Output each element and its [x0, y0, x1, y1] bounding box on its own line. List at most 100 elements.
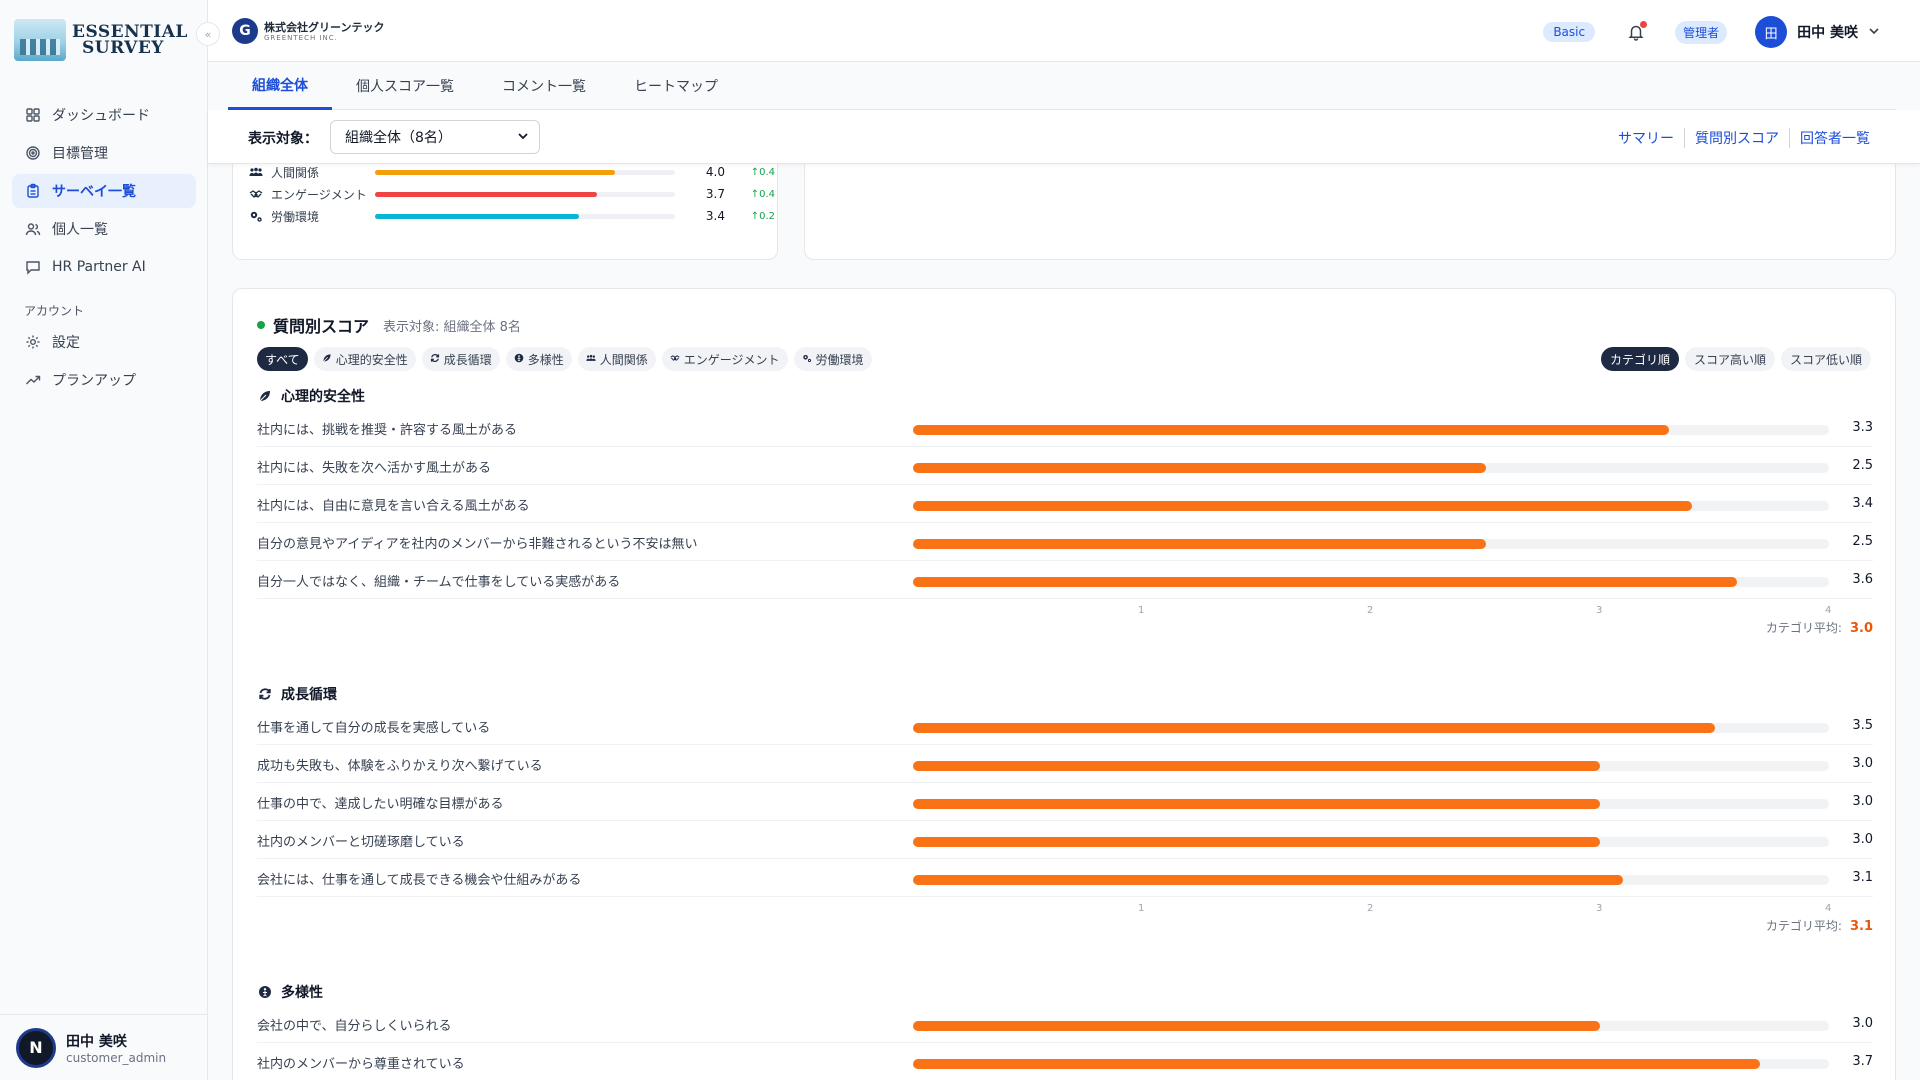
target-icon	[24, 144, 42, 162]
filter-chip[interactable]: 人間関係	[577, 347, 656, 371]
company-logo: G	[232, 18, 258, 44]
filter-chip[interactable]: 心理的安全性	[313, 347, 416, 371]
header-avatar[interactable]: 田	[1755, 16, 1788, 48]
filter-chip[interactable]: 多様性	[505, 347, 572, 371]
user-role: customer_admin	[66, 1050, 167, 1065]
question-text: 会社の中で、自分らしくいられる	[257, 1019, 452, 1034]
notifications-button[interactable]	[1625, 21, 1648, 43]
question-row: 会社には、仕事を通して成長できる機会や仕組みがある 3.1	[257, 859, 1873, 897]
sidebar-user[interactable]: N 田中 美咲 customer_admin	[0, 1014, 208, 1080]
question-text: 会社には、仕事を通して成長できる機会や仕組みがある	[257, 873, 582, 888]
logo-text: ESSENTIAL SURVEY	[72, 24, 188, 57]
category-name: エンゲージメント	[271, 187, 367, 202]
link-respondents[interactable]: 回答者一覧	[1789, 128, 1880, 148]
question-text: 自分一人ではなく、組織・チームで仕事をしている実感がある	[257, 575, 621, 590]
score-bar	[913, 501, 1692, 511]
question-text: 社内には、失敗を次へ活かす風土がある	[257, 461, 492, 476]
question-text: 仕事の中で、達成したい明確な目標がある	[257, 797, 504, 812]
axis-tick: 3	[1596, 605, 1603, 616]
grid-icon	[24, 106, 42, 124]
section-title-text: 質問別スコア	[273, 317, 370, 336]
leaf-icon	[257, 388, 273, 404]
question-row: 社内のメンバーから尊重されている 3.7	[257, 1043, 1873, 1080]
sort-option[interactable]: スコア高い順	[1684, 347, 1775, 371]
score-bar	[913, 875, 1623, 885]
target-select[interactable]: 組織全体（8名）	[330, 120, 540, 154]
refresh-icon	[257, 686, 273, 702]
category-delta: ↑0.2	[750, 210, 775, 222]
nav-label: サーベイ一覧	[52, 184, 136, 200]
chip-label: 人間関係	[599, 352, 648, 367]
category-score-track	[375, 213, 675, 219]
nav-item-plan-up[interactable]: プランアップ	[12, 363, 196, 397]
score-bar	[913, 761, 1600, 771]
nav-item-surveys[interactable]: サーベイ一覧	[12, 174, 196, 208]
category-score-fill	[375, 191, 597, 197]
category-summary-card: 多様性3.3↑0.3人間関係4.0↑0.4エンゲージメント3.7↑0.4労働環境…	[232, 164, 778, 260]
filter-chip[interactable]: 労働環境	[793, 347, 872, 371]
filter-chip[interactable]: エンゲージメント	[661, 347, 788, 371]
notification-dot	[1640, 21, 1648, 28]
filter-chip[interactable]: 成長循環	[421, 347, 500, 371]
score-bar	[913, 1059, 1760, 1069]
score-value: 3.0	[1852, 794, 1873, 809]
nav-item-goals[interactable]: 目標管理	[12, 136, 196, 170]
group-title: 心理的安全性	[257, 383, 1873, 409]
score-value: 2.5	[1852, 534, 1873, 549]
app-logo[interactable]: ESSENTIAL SURVEY	[14, 18, 194, 62]
filter-chip[interactable]: すべて	[257, 347, 308, 371]
chevron-down-icon[interactable]	[1868, 25, 1880, 40]
question-row: 社内には、自由に意見を言い合える風土がある 3.4	[257, 485, 1873, 523]
score-value: 3.1	[1852, 870, 1873, 885]
score-track	[913, 463, 1829, 473]
question-row: 仕事の中で、達成したい明確な目標がある 3.0	[257, 783, 1873, 821]
question-row: 会社の中で、自分らしくいられる 3.0	[257, 1005, 1873, 1043]
chip-label: エンゲージメント	[683, 352, 780, 367]
link-summary[interactable]: サマリー	[1608, 128, 1684, 148]
clipboard-icon	[24, 182, 42, 200]
score-track	[913, 837, 1829, 847]
category-delta: ↑0.4	[750, 188, 775, 200]
tab-comments[interactable]: コメント一覧	[478, 62, 610, 110]
score-value: 3.6	[1852, 572, 1873, 587]
sort-option[interactable]: カテゴリ順	[1600, 347, 1679, 371]
sort-option[interactable]: スコア低い順	[1780, 347, 1871, 371]
tab-organization[interactable]: 組織全体	[228, 62, 332, 110]
score-value: 3.7	[1852, 1054, 1873, 1069]
category-filter-chips: すべて 心理的安全性 成長循環 多様性 人間関係 エンゲージメント 労働環境	[257, 347, 878, 371]
category-score-fill	[375, 213, 579, 219]
axis-tick: 2	[1367, 903, 1374, 914]
score-bar	[913, 539, 1486, 549]
summary-chart-card	[804, 164, 1896, 260]
score-track	[913, 875, 1829, 885]
score-track	[913, 1059, 1829, 1069]
score-bar	[913, 723, 1715, 733]
group-title-text: 多様性	[281, 985, 323, 1001]
category-summary-row: エンゲージメント 3.7 ↑0.4	[249, 183, 775, 205]
question-row: 自分の意見やアイディアを社内のメンバーから非難されるという不安は無い 2.5	[257, 523, 1873, 561]
score-track	[913, 761, 1829, 771]
tab-heatmap[interactable]: ヒートマップ	[610, 62, 742, 110]
diversity-icon	[257, 984, 273, 1000]
chip-label: 成長循環	[443, 352, 492, 367]
sidebar-collapse-button[interactable]: «	[196, 22, 220, 46]
cog-icon	[249, 209, 263, 223]
score-bar	[913, 799, 1600, 809]
chevron-double-left-icon: «	[204, 27, 212, 41]
header-user-name[interactable]: 田中 美咲	[1797, 22, 1858, 42]
score-track	[913, 1021, 1829, 1031]
nav-label: プランアップ	[52, 373, 136, 389]
top-header: G 株式会社グリーンテック GREENTECH INC. Basic 管理者 田…	[208, 0, 1920, 62]
nav-item-hr-partner-ai[interactable]: HR Partner AI	[12, 250, 196, 284]
score-track	[913, 501, 1829, 511]
tab-individual-scores[interactable]: 個人スコア一覧	[332, 62, 478, 110]
handshake-icon	[249, 187, 263, 201]
group-title-text: 心理的安全性	[281, 389, 365, 405]
question-group: 成長循環 仕事を通して自分の成長を実感している 3.5 成功も失敗も、体験をふりかえり…	[257, 681, 1873, 937]
nav-item-dashboard[interactable]: ダッシュボード	[12, 98, 196, 132]
nav-item-settings[interactable]: 設定	[12, 325, 196, 359]
people-icon	[586, 353, 596, 366]
nav-item-individuals[interactable]: 個人一覧	[12, 212, 196, 246]
company-name: 株式会社グリーンテック	[264, 20, 385, 34]
link-question-scores[interactable]: 質問別スコア	[1684, 128, 1789, 148]
